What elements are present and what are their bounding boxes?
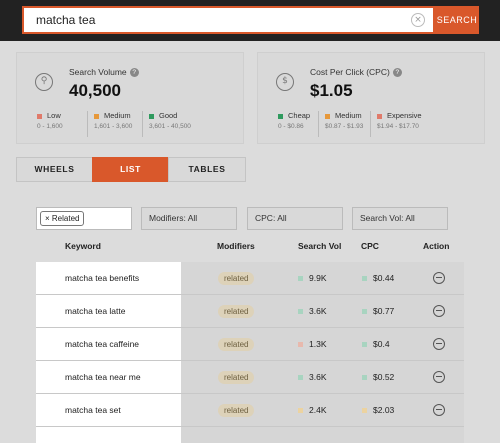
cpc-indicator: [362, 276, 367, 282]
cpc-cell: $0.77: [362, 295, 394, 328]
modifier-cell: related: [218, 295, 255, 328]
search-input[interactable]: [36, 11, 396, 29]
legend-swatch: [377, 113, 382, 119]
legend-expensive: Expensive $1.94 - $17.70: [370, 111, 422, 137]
vol-indicator: [298, 276, 303, 282]
cpc-indicator: [362, 408, 367, 414]
vol-indicator: [298, 375, 303, 381]
cpc-card: $ Cost Per Click (CPC)? $1.05 Cheap 0 - …: [257, 52, 485, 144]
remove-chip-icon[interactable]: ×: [45, 214, 50, 223]
col-header-search-vol[interactable]: Search Vol: [298, 241, 341, 251]
table-row[interactable]: matcha tea latte related 3.6K $0.77: [36, 295, 464, 328]
search-volume-card: ⚲ Search Volume? 40,500 Low 0 - 1,600 Me…: [16, 52, 244, 144]
modifier-tag: related: [218, 305, 255, 318]
modifier-chip-input[interactable]: × Related: [36, 207, 132, 230]
search-vol-cell: 3.6K: [298, 295, 327, 328]
cpc-value: $1.05: [310, 81, 353, 100]
modifiers-filter[interactable]: Modifiers: All: [141, 207, 237, 230]
table-row[interactable]: matcha tea near me related 3.6K $0.52: [36, 361, 464, 394]
cpc-cell: $0.44: [362, 262, 394, 295]
vol-indicator: [298, 309, 303, 315]
keyword-cell[interactable]: matcha tea set: [65, 394, 121, 427]
legend-medium: Medium 1,601 - 3,600: [87, 111, 132, 137]
search-vol-cell: 1.3K: [298, 328, 327, 361]
search-button[interactable]: SEARCH: [435, 6, 479, 34]
related-chip[interactable]: × Related: [40, 211, 85, 226]
legend-swatch: [94, 113, 99, 119]
cpc-indicator: [362, 342, 367, 348]
modifier-cell: related: [218, 361, 255, 394]
search-volume-label: Search Volume?: [69, 67, 139, 78]
cpc-cell: $0.52: [362, 361, 394, 394]
legend-swatch: [278, 113, 283, 119]
search-vol-cell: 9.9K: [298, 262, 327, 295]
keyword-cell[interactable]: matcha tea latte: [65, 295, 125, 328]
dollar-icon: $: [276, 73, 294, 91]
modifier-tag: related: [218, 338, 255, 351]
legend-cheap: Cheap 0 - $0.86: [278, 111, 311, 130]
help-icon[interactable]: ?: [392, 68, 402, 78]
modifier-tag: related: [218, 404, 255, 417]
view-tabs: WHEELS LIST TABLES: [16, 157, 246, 182]
tab-list[interactable]: LIST: [92, 157, 169, 182]
search-vol-filter[interactable]: Search Vol: All: [352, 207, 448, 230]
search-volume-value: 40,500: [69, 81, 121, 100]
search-vol-cell: 2.4K: [298, 394, 327, 427]
legend-swatch: [325, 113, 330, 119]
table-row[interactable]: matcha tea benefits related 9.9K $0.44: [36, 262, 464, 295]
modifier-tag: related: [218, 272, 255, 285]
modifier-cell: related: [218, 262, 255, 295]
remove-row-icon[interactable]: [433, 272, 445, 284]
search-vol-cell: 3.6K: [298, 361, 327, 394]
legend-swatch: [37, 113, 42, 119]
cpc-indicator: [362, 375, 367, 381]
vol-indicator: [298, 342, 303, 348]
remove-row-icon[interactable]: [433, 305, 445, 317]
clear-search-icon[interactable]: ×: [411, 13, 425, 27]
cpc-label: Cost Per Click (CPC)?: [310, 67, 402, 78]
cpc-cell: $0.4: [362, 328, 390, 361]
cpc-cell: $2.03: [362, 394, 394, 427]
remove-row-icon[interactable]: [433, 371, 445, 383]
table-row[interactable]: matcha tea set related 2.4K $2.03: [36, 394, 464, 427]
cpc-indicator: [362, 309, 367, 315]
tab-wheels[interactable]: WHEELS: [16, 157, 93, 182]
modifier-tag: related: [218, 371, 255, 384]
col-header-modifiers[interactable]: Modifiers: [217, 241, 255, 251]
legend-medium: Medium $0.87 - $1.93: [318, 111, 363, 137]
table-row[interactable]: matcha tea caffeine related 1.3K $0.4: [36, 328, 464, 361]
search-box: ×: [22, 6, 435, 34]
magnifier-icon: ⚲: [35, 73, 53, 91]
col-header-cpc[interactable]: CPC: [361, 241, 379, 251]
keyword-cell[interactable]: matcha tea caffeine: [65, 328, 139, 361]
legend-low: Low 0 - 1,600: [37, 111, 63, 130]
remove-row-icon[interactable]: [433, 338, 445, 350]
help-icon[interactable]: ?: [129, 68, 139, 78]
col-header-keyword[interactable]: Keyword: [65, 241, 101, 251]
legend-swatch: [149, 113, 154, 119]
tab-tables[interactable]: TABLES: [168, 157, 246, 182]
modifier-cell: related: [218, 328, 255, 361]
modifier-cell: related: [218, 394, 255, 427]
col-header-action: Action: [423, 241, 450, 251]
legend-good: Good 3,601 - 40,500: [142, 111, 191, 137]
cpc-filter[interactable]: CPC: All: [247, 207, 343, 230]
keyword-cell[interactable]: matcha tea near me: [65, 361, 141, 394]
keyword-cell[interactable]: matcha tea benefits: [65, 262, 139, 295]
vol-indicator: [298, 408, 303, 414]
top-bar: × SEARCH: [0, 0, 500, 41]
remove-row-icon[interactable]: [433, 404, 445, 416]
